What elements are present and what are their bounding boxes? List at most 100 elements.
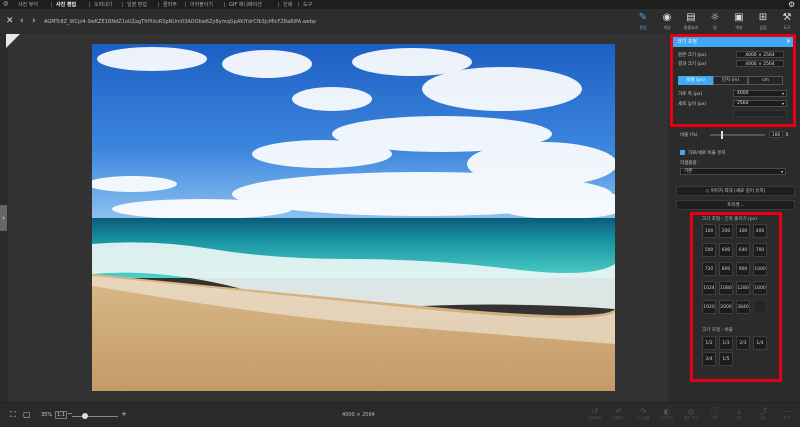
more-tools-button[interactable]: ⋯ 도구	[777, 407, 797, 421]
resample-select[interactable]: 기본 ▾	[680, 168, 786, 175]
edit-icon: ✎	[638, 12, 648, 23]
fit-screen-icon[interactable]: ⛶	[10, 410, 16, 420]
preset-size-cell[interactable]: 1280	[736, 281, 750, 295]
preset-long-title: 크기 조절 - 긴쪽 줄이기 (px)	[702, 217, 758, 222]
preset-size-cell[interactable]: 1024	[702, 281, 716, 295]
preset-size-cell[interactable]: 900	[736, 262, 750, 276]
preset-size-cell[interactable]: 1080	[719, 281, 733, 295]
preset-ratio-cell[interactable]: 1/5	[719, 352, 733, 366]
preset-size-cell[interactable]: 600	[719, 243, 733, 257]
top-menu-bar: ◎ 사진 뷰어 사진 편집 오려내기 일괄 편집 콜라주 이어붙이기 GIF 애…	[0, 0, 800, 9]
preset-ratio-cell[interactable]: 3/4	[702, 352, 716, 366]
preset-more-button[interactable]: 프리셋...	[676, 200, 795, 210]
ratio-slider[interactable]	[710, 134, 765, 136]
keep-ratio-label: 가로/세로 비율 유지	[688, 151, 726, 156]
keep-ratio-checkbox[interactable]	[680, 150, 685, 155]
circle-icon: ◉	[662, 12, 672, 23]
preset-size-cell[interactable]: 1600	[753, 281, 767, 295]
ratio-slider-handle[interactable]	[721, 131, 723, 139]
tool-frame[interactable]: ▣ 액자	[729, 12, 749, 34]
image-dimensions: 4000 × 2564	[342, 412, 375, 418]
ratio-value[interactable]: 100	[769, 131, 783, 138]
preset-size-cell[interactable]: 500	[702, 243, 716, 257]
compare-icon: ◐	[663, 407, 671, 416]
tool-light[interactable]: ☼ 빛	[705, 12, 725, 34]
zoom-slider[interactable]	[72, 416, 118, 417]
preset-size-cell[interactable]: 800	[719, 262, 733, 276]
tab-cutout[interactable]: 오려내기	[94, 1, 112, 8]
app-logo-icon: ◎	[3, 0, 9, 7]
ratio-label: 비율 (%)	[680, 133, 698, 138]
ratio-stepper-icon[interactable]: ⇕	[785, 132, 789, 138]
preset-size-cell[interactable]: 3840	[736, 300, 750, 314]
info-button[interactable]: ⓘ 정보	[705, 407, 725, 421]
chevron-left-icon[interactable]: ‹	[20, 17, 24, 26]
photo-preview	[92, 44, 615, 391]
view-original-button[interactable]: ◎ 원본 보기	[681, 407, 701, 421]
tool-tools[interactable]: ⚒ 도구	[777, 12, 797, 34]
light-icon: ☼	[710, 12, 720, 23]
more-icon: ⋯	[783, 407, 791, 416]
close-icon[interactable]: ✕	[6, 17, 14, 26]
tab-gif-animation[interactable]: GIF 애니메이션	[229, 1, 262, 8]
tab-batch-edit[interactable]: 일괄 편집	[127, 1, 147, 8]
tab-photo-edit[interactable]: 사진 편집	[56, 1, 76, 8]
preset-size-cell[interactable]: 200	[719, 224, 733, 238]
side-panel-toggle[interactable]: ›	[0, 205, 7, 231]
insert-icon: ⊞	[758, 12, 768, 23]
bottom-status-bar: ⛶ ▢ 35% 1:1 − + 4000 × 2564 ↺ 원래대로 ↶ 실행취소 …	[0, 402, 800, 427]
preset-size-cell[interactable]: 2000	[719, 300, 733, 314]
undo-icon: ↶	[615, 407, 623, 416]
file-name: AGMTc8Z_WCpl4-9wKZE1RNdZ1oUZagTfrPIduRSp…	[44, 19, 317, 25]
preset-size-cell[interactable]: 1000	[753, 262, 767, 276]
chevron-right-icon[interactable]: ›	[32, 17, 36, 26]
frame-icon: ▣	[734, 12, 744, 23]
redo-icon: ↷	[639, 407, 647, 416]
save-button[interactable]: ⤓ 저장	[729, 407, 749, 421]
tool-edit[interactable]: ✎ 편집	[633, 12, 653, 34]
tab-merge[interactable]: 이어붙이기	[190, 1, 213, 8]
preset-ratio-cell[interactable]: 1/4	[753, 336, 767, 350]
tool-film-effect[interactable]: ▤ 필름효과	[681, 12, 701, 34]
preset-ratio-cell[interactable]: 1/3	[719, 336, 733, 350]
corner-badge-icon	[6, 34, 20, 48]
resample-label: 리샘플링:	[680, 161, 699, 166]
preset-size-cell[interactable]: 1920	[702, 300, 716, 314]
beach-photo	[92, 44, 615, 391]
preset-size-cell[interactable]: 400	[753, 224, 767, 238]
undo-button[interactable]: ↶ 실행취소	[609, 407, 629, 421]
preset-ratio-title: 크기 조절 - 비율	[702, 328, 733, 333]
tool-color[interactable]: ◉ 색상	[657, 12, 677, 34]
preset-size-cell[interactable]: 300	[736, 224, 750, 238]
preset-size-cell[interactable]: 100	[702, 224, 716, 238]
zoom-slider-handle[interactable]	[82, 413, 88, 419]
preset-ratio-cell[interactable]: 1/2	[702, 336, 716, 350]
preset-size-cell[interactable]: 640	[736, 243, 750, 257]
tab-print[interactable]: 인쇄	[283, 1, 292, 8]
tab-photo-viewer[interactable]: 사진 뷰어	[18, 1, 38, 8]
settings-gear-icon[interactable]: ⚙	[788, 0, 795, 9]
zoom-percent: 35%	[41, 412, 53, 418]
fit-image-button[interactable]: ◇ 이미지 최대 (세로 길이 유지)	[676, 186, 795, 196]
tools-icon: ⚒	[782, 12, 792, 23]
tab-tools[interactable]: 도구	[303, 1, 312, 8]
editor-toolbar: ✕ ‹ › AGMTc8Z_WCpl4-9wKZE1RNdZ1oUZagTfrP…	[0, 9, 800, 34]
actual-size-icon[interactable]: ▢	[23, 410, 31, 419]
tool-insert[interactable]: ⊞ 삽입	[753, 12, 773, 34]
preset-size-cell[interactable]: 720	[702, 262, 716, 276]
eye-icon: ◎	[687, 407, 695, 416]
preset-ratio-cell[interactable]: 2/3	[736, 336, 750, 350]
info-icon: ⓘ	[711, 407, 719, 416]
redo-button[interactable]: ↷ 다시실행	[633, 407, 653, 421]
film-icon: ▤	[686, 12, 696, 23]
share-icon: ⤴	[759, 407, 767, 416]
preset-size-cell[interactable]: 700	[753, 243, 767, 257]
zoom-in-icon[interactable]: +	[121, 410, 127, 418]
zoom-1to1-button[interactable]: 1:1	[55, 411, 68, 419]
compare-button[interactable]: ◐ 비교하기	[657, 407, 677, 421]
revert-button[interactable]: ↺ 원래대로	[585, 407, 605, 421]
share-button[interactable]: ⤴ 공유	[753, 407, 773, 421]
save-icon: ⤓	[737, 407, 741, 416]
tab-collage[interactable]: 콜라주	[163, 1, 177, 8]
chevron-down-icon: ▾	[780, 169, 783, 174]
